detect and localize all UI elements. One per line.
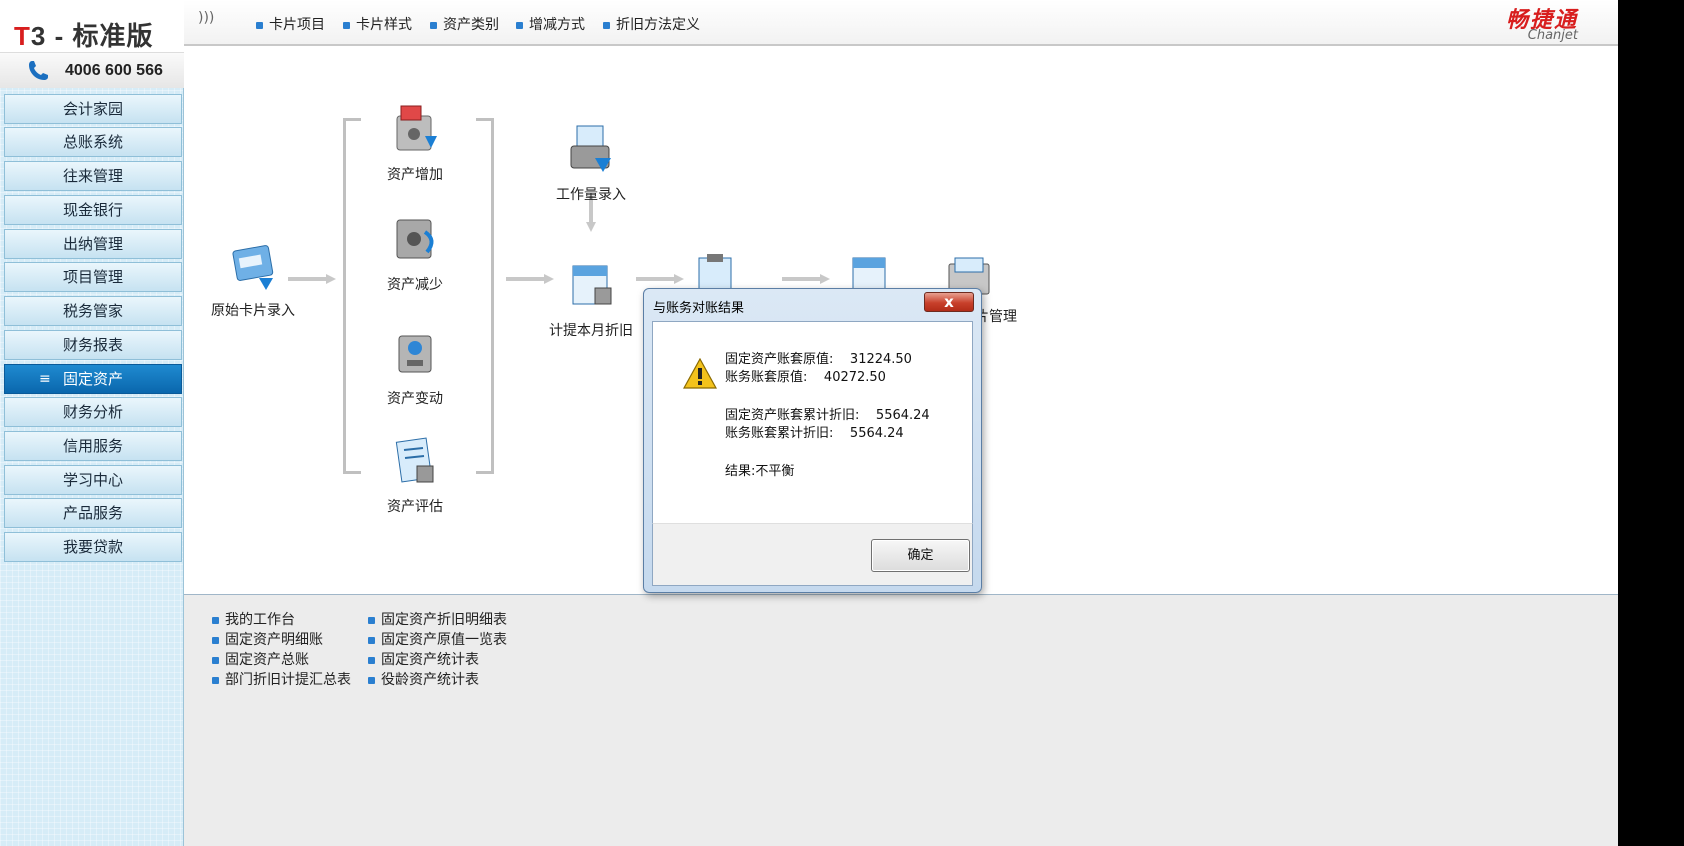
link-my-workbench[interactable]: 我的工作台 <box>212 609 295 629</box>
bullet-icon <box>516 21 523 29</box>
asset-accumulated-depreciation: 固定资产账套累计折旧: 5564.24 <box>725 408 930 423</box>
sidebar-item-tax[interactable]: 税务管家 <box>4 296 182 326</box>
asset-reduce-icon <box>396 219 434 259</box>
card-entry-icon <box>232 245 274 290</box>
sidebar-item-cashier[interactable]: 出纳管理 <box>4 229 182 259</box>
close-button[interactable]: x <box>924 292 974 312</box>
workload-entry-icon <box>570 125 611 172</box>
product-logo: T3 - 标准版 <box>14 21 154 51</box>
sidebar-item-analysis[interactable]: 财务分析 <box>4 397 182 427</box>
menu-card-items[interactable]: 卡片项目 <box>256 14 325 34</box>
asset-evaluation-icon <box>395 437 434 483</box>
report-links: 我的工作台 固定资产明细账 固定资产总账 部门折旧计提汇总表 固定资产折旧明细表… <box>184 595 1618 846</box>
link-asset-general-ledger[interactable]: 固定资产总账 <box>212 649 309 669</box>
sidebar-item-receivables[interactable]: 往来管理 <box>4 161 182 191</box>
bullet-icon <box>343 21 350 29</box>
link-depreciation-detail[interactable]: 固定资产折旧明细表 <box>368 609 507 629</box>
bullet-icon <box>603 21 610 29</box>
top-menu-bar: ))) 卡片项目 卡片样式 资产类别 增减方式 折旧方法定义 畅捷通 Chanj… <box>184 0 1618 46</box>
sidebar-item-loans[interactable]: 我要贷款 <box>4 532 182 562</box>
logo-area: T3 - 标准版 4006 600 566 <box>0 0 184 88</box>
link-dept-depreciation-summary[interactable]: 部门折旧计提汇总表 <box>212 669 351 689</box>
calendar-icon <box>572 265 612 305</box>
link-asset-statistics[interactable]: 固定资产统计表 <box>368 649 479 669</box>
ok-button[interactable]: 确定 <box>871 539 970 572</box>
menu-asset-categories[interactable]: 资产类别 <box>430 14 499 34</box>
bullet-icon <box>256 21 263 29</box>
sidebar-item-learning[interactable]: 学习中心 <box>4 465 182 495</box>
node-workload-entry[interactable]: 工作量录入 <box>536 122 646 204</box>
dialog-body: 固定资产账套原值: 31224.50 账务账套原值: 40272.50 固定资产… <box>652 321 973 552</box>
node-original-card-entry[interactable]: 原始卡片录入 <box>198 238 308 320</box>
node-asset-change[interactable]: 资产变动 <box>360 326 470 408</box>
bracket-left <box>343 118 361 474</box>
bullet-icon <box>212 656 219 664</box>
sidebar-item-credit[interactable]: 信用服务 <box>4 431 182 461</box>
sidebar: T3 - 标准版 4006 600 566 会计家园 总账系统 往来管理 现金银… <box>0 0 184 846</box>
bracket-right <box>476 118 494 474</box>
sidebar-item-reports[interactable]: 财务报表 <box>4 330 182 360</box>
sidebar-item-accounting-home[interactable]: 会计家园 <box>4 94 182 124</box>
reconcile-result: 结果:不平衡 <box>725 464 795 479</box>
bullet-icon <box>212 676 219 684</box>
sidebar-item-fixed-assets[interactable]: 固定资产 <box>4 364 182 394</box>
dialog-title: 与账务对账结果 <box>653 301 745 316</box>
app-window: T3 - 标准版 4006 600 566 会计家园 总账系统 往来管理 现金银… <box>0 0 1618 846</box>
node-asset-evaluation[interactable]: 资产评估 <box>360 434 470 516</box>
menu-change-methods[interactable]: 增减方式 <box>516 14 585 34</box>
dialog-footer: 确定 <box>652 523 973 586</box>
collapse-toggle[interactable]: ))) <box>198 10 214 26</box>
asset-change-icon <box>398 335 432 373</box>
bullet-icon <box>430 21 437 29</box>
phone-icon <box>29 61 48 80</box>
link-original-value-list[interactable]: 固定资产原值一览表 <box>368 629 507 649</box>
phone-number: 4006 600 566 <box>65 62 163 79</box>
screen-edge <box>1618 0 1684 846</box>
bullet-icon <box>212 616 219 624</box>
ledger-original-value: 账务账套原值: 40272.50 <box>725 370 886 385</box>
chanjet-logo: 畅捷通 Chanjet <box>1505 8 1578 43</box>
sidebar-item-products[interactable]: 产品服务 <box>4 498 182 528</box>
reconcile-result-dialog: 与账务对账结果 x 固定资产账套原值: 31224.50 账务账套原值: 402… <box>643 288 982 593</box>
link-asset-detail-ledger[interactable]: 固定资产明细账 <box>212 629 323 649</box>
menu-depreciation-methods[interactable]: 折旧方法定义 <box>603 14 700 34</box>
bullet-icon <box>368 676 375 684</box>
node-monthly-depreciation[interactable]: 计提本月折旧 <box>536 258 646 340</box>
sidebar-item-cash-bank[interactable]: 现金银行 <box>4 195 182 225</box>
bullet-icon <box>212 636 219 644</box>
warning-icon <box>683 358 717 389</box>
asset-add-icon <box>396 105 437 151</box>
ledger-accumulated-depreciation: 账务账套累计折旧: 5564.24 <box>725 426 904 441</box>
link-service-age-statistics[interactable]: 役龄资产统计表 <box>368 669 479 689</box>
asset-original-value: 固定资产账套原值: 31224.50 <box>725 352 912 367</box>
menu-card-styles[interactable]: 卡片样式 <box>343 14 412 34</box>
bullet-icon <box>368 616 375 624</box>
sidebar-item-general-ledger[interactable]: 总账系统 <box>4 127 182 157</box>
bullet-icon <box>368 636 375 644</box>
node-asset-add[interactable]: 资产增加 <box>360 102 470 184</box>
node-asset-reduce[interactable]: 资产减少 <box>360 212 470 294</box>
phone-strip: 4006 600 566 <box>0 52 184 88</box>
bullet-icon <box>368 656 375 664</box>
sidebar-item-projects[interactable]: 项目管理 <box>4 262 182 292</box>
